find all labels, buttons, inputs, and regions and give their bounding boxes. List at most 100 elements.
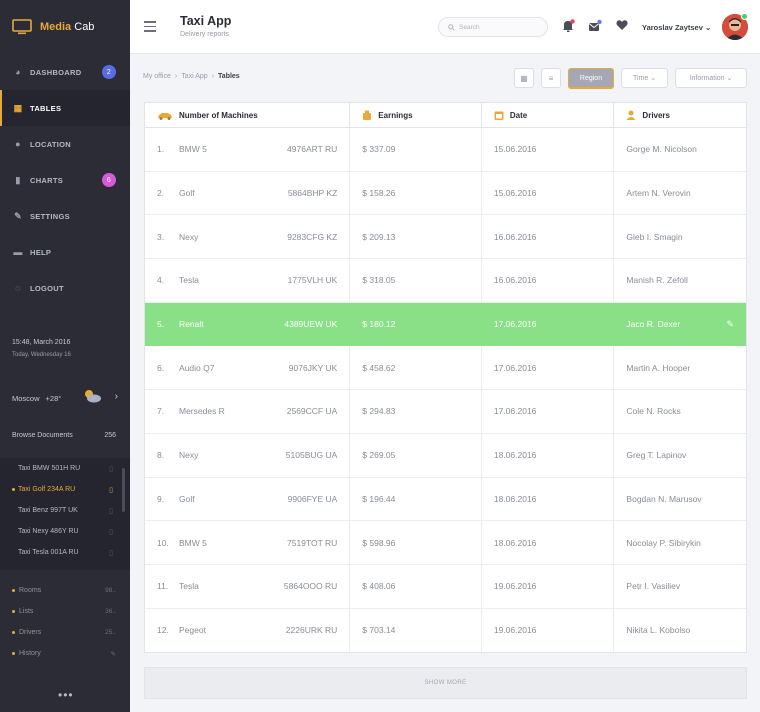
show-more-button[interactable]: SHOW MORE	[144, 667, 747, 699]
table-row[interactable]: 10. BMW 5 7519TOT RU $ 598.96 18.06.2016 N…	[145, 521, 746, 565]
page-subtitle: Delivery reports	[180, 31, 230, 38]
user-menu[interactable]: Yaroslav Zaytsev ⌄	[642, 23, 711, 32]
cell-date: 17.06.2016	[482, 346, 615, 390]
car-model: Tesla	[179, 275, 199, 286]
document-list: Taxi BMW 501H RU ▯ Taxi Golf 234A RU ▯ T…	[0, 458, 130, 570]
cell-machine: 1. BMW 5 4976ART RU	[145, 128, 351, 171]
table-row[interactable]: 11. Tesla 5864OOO RU $ 408.06 19.06.2016 P…	[145, 564, 746, 609]
stat-lists[interactable]: Lists 36..	[0, 601, 130, 622]
region-button[interactable]: Region	[568, 68, 614, 88]
car-model: Golf	[179, 493, 195, 504]
bell-icon[interactable]	[562, 19, 575, 33]
information-dropdown[interactable]: Information ⌄	[675, 68, 747, 88]
grid-icon: ▦	[520, 73, 528, 83]
sidebar-item-label: TABLES	[30, 103, 62, 113]
table-row[interactable]: 3. Nexy 9283CFG KZ $ 209.13 16.06.2016 Gle…	[145, 215, 746, 260]
plate-number: 9283CFG KZ	[287, 231, 338, 242]
plate-number: 1775VLH UK	[287, 275, 338, 286]
sidebar-item-location[interactable]: ● LOCATION	[0, 126, 130, 162]
car-model: BMW 5	[179, 144, 207, 155]
document-item[interactable]: Taxi Benz 997T UK ▯	[0, 500, 130, 521]
weather-widget[interactable]: Moscow +28° ›	[12, 388, 120, 408]
plate-number: 4389UEW UK	[284, 319, 338, 330]
table-row[interactable]: 4. Tesla 1775VLH UK $ 318.05 16.06.2016 Ma…	[145, 259, 746, 303]
help-icon: ▬	[13, 247, 23, 257]
trash-icon[interactable]: ▯	[109, 465, 113, 473]
document-label: Taxi BMW 501H RU	[18, 465, 81, 472]
more-dots-icon[interactable]: •••	[58, 688, 74, 702]
trash-icon[interactable]: ▯	[109, 528, 113, 536]
table-row[interactable]: 7. Mersedes R 2569CCF UA $ 294.83 17.06.20…	[145, 390, 746, 434]
sidebar-item-tables[interactable]: ▦ TABLES	[0, 90, 130, 126]
table-row[interactable]: 12. Pegeot 2226URK RU $ 703.14 19.06.2016 …	[145, 608, 746, 653]
column-header-drivers[interactable]: Drivers	[614, 103, 746, 127]
cell-driver: Petr I. Vasiliev	[626, 581, 681, 592]
table-row[interactable]: 9. Golf 9906FYE UA $ 196.44 18.06.2016 Bog…	[145, 477, 746, 522]
cell-driver: Gorge M. Nicolson	[626, 144, 697, 155]
column-header-machines[interactable]: Number of Machines	[145, 103, 351, 127]
plate-number: 4976ART RU	[287, 144, 338, 155]
plate-number: 5864OOO RU	[283, 581, 338, 592]
location-pin-icon: ●	[15, 139, 21, 149]
column-header-date[interactable]: Date	[482, 103, 615, 127]
chevron-down-icon: ⌄	[704, 23, 712, 32]
sidebar-item-logout[interactable]: ◌ LOGOUT	[0, 270, 130, 306]
column-header-label: Number of Machines	[179, 110, 258, 120]
dashboard-icon: ◕	[15, 67, 21, 77]
sidebar-item-settings[interactable]: ✎ SETTINGS	[0, 198, 130, 234]
cell-earnings: $ 269.05	[350, 433, 482, 477]
cell-date: 16.06.2016	[482, 259, 615, 302]
search-placeholder: Search	[459, 23, 480, 31]
breadcrumb-item[interactable]: My office	[143, 73, 171, 80]
trash-icon[interactable]: ▯	[109, 486, 113, 494]
stat-label: History	[19, 650, 41, 657]
cell-date: 18.06.2016	[482, 521, 615, 564]
cell-date: 15.06.2016	[482, 128, 615, 171]
browse-documents[interactable]: Browse Documents 256	[12, 432, 116, 439]
time-dropdown-label: Time	[632, 74, 649, 82]
table-row[interactable]: 6. Audio Q7 9076JKY UK $ 458.62 17.06.2016…	[145, 346, 746, 391]
plate-number: 9906FYE UA	[287, 493, 338, 504]
document-scrollbar[interactable]	[122, 468, 125, 512]
cell-driver: Artem N. Verovin	[626, 188, 691, 199]
pencil-icon[interactable]: ✎	[111, 650, 116, 658]
chevron-right-icon[interactable]: ›	[115, 391, 118, 402]
document-item[interactable]: Taxi Nexy 486Y RU ▯	[0, 521, 130, 542]
logo[interactable]: Media Cab	[0, 0, 130, 54]
document-item[interactable]: Taxi Tesla 001A RU ▯	[0, 542, 130, 563]
sidebar-item-help[interactable]: ▬ HELP	[0, 234, 130, 270]
table-row[interactable]: 8. Nexy 5105BUG UA $ 269.05 18.06.2016 Gre…	[145, 433, 746, 478]
driver-name: Jaco R. Dexer	[626, 319, 681, 330]
breadcrumb-item[interactable]: Taxi App	[181, 73, 207, 80]
sidebar-item-dashboard[interactable]: ◕ DASHBOARD 2	[0, 54, 130, 90]
pencil-icon[interactable]: ✎	[726, 319, 734, 330]
cell-driver: Manish R. Zefoll	[626, 275, 688, 286]
search-input[interactable]: Search	[438, 17, 548, 37]
cell-date: 15.06.2016	[482, 171, 615, 215]
heart-icon[interactable]	[616, 19, 628, 31]
stat-drivers[interactable]: Drivers 25..	[0, 622, 130, 643]
document-item[interactable]: Taxi BMW 501H RU ▯	[0, 458, 130, 479]
grid-view-button[interactable]: ▦	[514, 68, 534, 88]
hamburger-menu-icon[interactable]	[144, 21, 156, 35]
stat-rooms[interactable]: Rooms 98..	[0, 580, 130, 601]
document-item[interactable]: Taxi Golf 234A RU ▯	[0, 479, 130, 500]
table-row[interactable]: 2. Golf 5864BHP KZ $ 158.26 15.06.2016 Art…	[145, 171, 746, 216]
weather-temp: +28°	[45, 393, 62, 403]
sidebar-item-label: DASHBOARD	[30, 67, 82, 77]
taxi-table: Number of Machines Earnings Date Drivers…	[144, 102, 747, 654]
sidebar-item-charts[interactable]: ▮ CHARTS 6	[0, 162, 130, 198]
time-dropdown[interactable]: Time ⌄	[621, 68, 668, 88]
trash-icon[interactable]: ▯	[109, 507, 113, 515]
column-header-earnings[interactable]: Earnings	[350, 103, 482, 127]
stat-history[interactable]: History ✎	[0, 643, 130, 664]
car-model: Renalt	[179, 319, 204, 330]
list-view-button[interactable]: ≡	[541, 68, 561, 88]
trash-icon[interactable]: ▯	[109, 549, 113, 557]
cell-machine: 7. Mersedes R 2569CCF UA	[145, 390, 351, 433]
cell-machine: 5. Renalt 4389UEW UK	[145, 302, 351, 346]
table-row-selected[interactable]: 5. Renalt 4389UEW UK $ 180.12 17.06.2016 J…	[145, 302, 746, 347]
clock-time: 15:48, March 2016	[12, 339, 71, 346]
table-row[interactable]: 1. BMW 5 4976ART RU $ 337.09 15.06.2016 Go…	[145, 128, 746, 172]
mail-icon[interactable]	[588, 19, 602, 33]
